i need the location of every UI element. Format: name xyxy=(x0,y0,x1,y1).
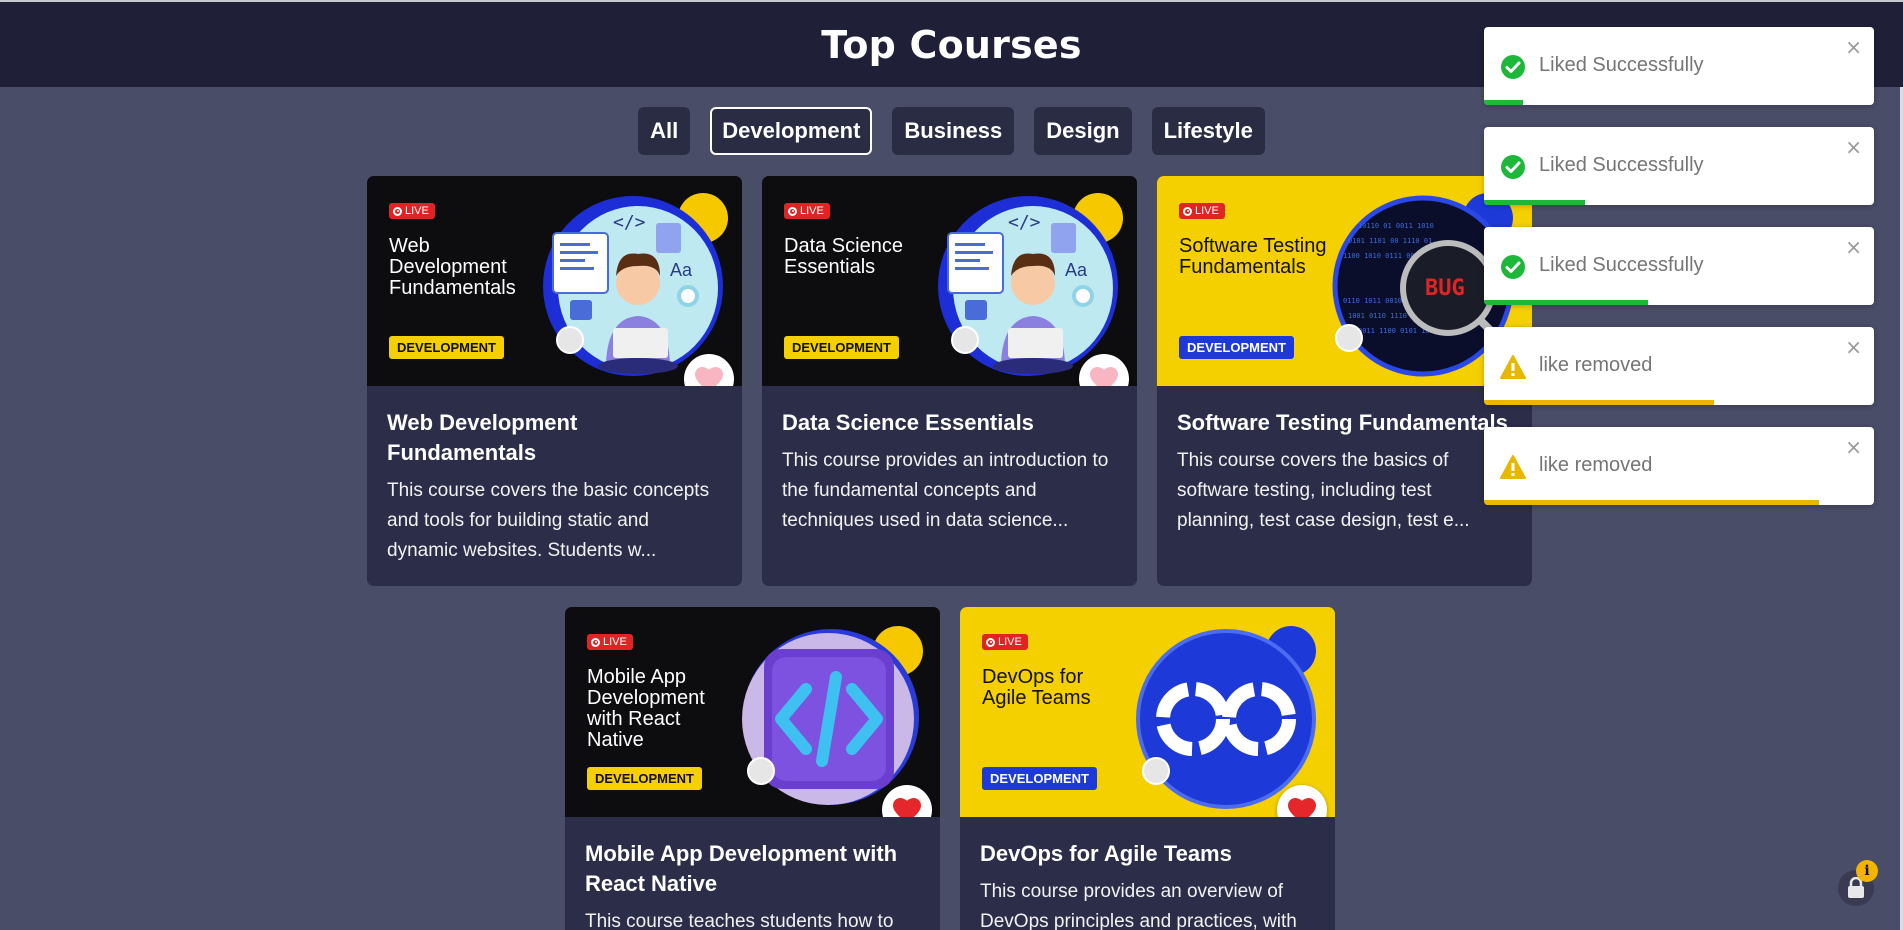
toast-message: Liked Successfully xyxy=(1539,254,1704,276)
toast-progress-bar xyxy=(1484,500,1820,505)
filter-all-button[interactable]: All xyxy=(638,107,691,155)
decor-circle xyxy=(951,326,979,354)
page-title: Top Courses xyxy=(821,22,1082,67)
toast-notification[interactable]: Liked Successfully × xyxy=(1484,127,1874,205)
live-broadcast-icon xyxy=(986,637,995,647)
live-badge: LIVE xyxy=(587,634,633,650)
live-label: LIVE xyxy=(800,205,824,217)
decor-circle xyxy=(556,326,584,354)
thumbnail-title: Software Testing Fundamentals xyxy=(1179,235,1327,278)
toast-message: like removed xyxy=(1539,354,1653,376)
live-badge: LIVE xyxy=(1179,203,1225,219)
svg-text:</>: </> xyxy=(1008,212,1041,233)
course-description: This course covers the basics of softwar… xyxy=(1177,450,1470,531)
live-label: LIVE xyxy=(998,636,1022,648)
filter-design-button[interactable]: Design xyxy=(1034,107,1132,155)
course-card[interactable]: LIVE Web Development Fundamentals DEVELO… xyxy=(367,176,742,586)
toast-message: Liked Successfully xyxy=(1539,154,1704,176)
filter-business-button[interactable]: Business xyxy=(892,107,1015,155)
thumbnail-title: Mobile App Development with React Native xyxy=(587,666,705,751)
category-tag: DEVELOPMENT xyxy=(982,767,1097,790)
course-title: DevOps for Agile Teams xyxy=(980,841,1232,866)
course-thumbnail: LIVE Data Science Essentials DEVELOPMENT… xyxy=(762,176,1137,386)
live-broadcast-icon xyxy=(591,637,600,647)
course-description: This course covers the basic concepts an… xyxy=(387,480,710,561)
filter-lifestyle-button[interactable]: Lifestyle xyxy=(1151,107,1265,155)
course-description: This course teaches students how to xyxy=(585,911,894,930)
toast-notification[interactable]: Liked Successfully × xyxy=(1484,227,1874,305)
svg-text:</>: </> xyxy=(613,212,646,233)
live-broadcast-icon xyxy=(1183,206,1192,216)
course-title: Software Testing Fundamentals xyxy=(1177,410,1508,435)
category-tag: DEVELOPMENT xyxy=(784,336,899,359)
course-title: Mobile App Development with React Native xyxy=(585,841,898,896)
toast-message: Liked Successfully xyxy=(1539,54,1704,76)
live-label: LIVE xyxy=(603,636,627,648)
check-circle-icon xyxy=(1501,55,1525,79)
decor-circle xyxy=(1142,757,1170,785)
warning-icon xyxy=(1500,355,1526,379)
course-title: Web Development Fundamentals xyxy=(387,410,578,465)
course-card[interactable]: LIVE DevOps for Agile Teams DEVELOPMENT … xyxy=(960,607,1335,930)
thumbnail-title: Web Development Fundamentals xyxy=(389,235,516,299)
course-card[interactable]: LIVE Data Science Essentials DEVELOPMENT… xyxy=(762,176,1137,586)
close-icon[interactable]: × xyxy=(1845,335,1862,359)
close-icon[interactable]: × xyxy=(1845,135,1862,159)
svg-text:Aa: Aa xyxy=(670,260,693,280)
course-card[interactable]: LIVE Software Testing Fundamentals DEVEL… xyxy=(1157,176,1532,586)
course-title: Data Science Essentials xyxy=(782,410,1034,435)
category-tag: DEVELOPMENT xyxy=(1179,336,1294,359)
course-thumbnail: LIVE Web Development Fundamentals DEVELO… xyxy=(367,176,742,386)
thumbnail-title: DevOps for Agile Teams xyxy=(982,666,1091,709)
thumbnail-title: Data Science Essentials xyxy=(784,235,903,278)
close-icon[interactable]: × xyxy=(1845,35,1862,59)
toast-message: like removed xyxy=(1539,454,1653,476)
live-badge: LIVE xyxy=(389,203,435,219)
course-card[interactable]: LIVE Mobile App Development with React N… xyxy=(565,607,940,930)
toast-notification[interactable]: like removed × xyxy=(1484,327,1874,405)
svg-text:10110 01 0011 1010: 10110 01 0011 1010 xyxy=(1358,222,1434,230)
heart-icon xyxy=(1090,367,1118,386)
live-broadcast-icon xyxy=(393,206,402,216)
toast-progress-bar xyxy=(1484,200,1586,205)
heart-icon xyxy=(893,798,921,817)
course-description: This course provides an overview of DevO… xyxy=(980,881,1297,930)
live-badge: LIVE xyxy=(784,203,830,219)
filter-development-button[interactable]: Development xyxy=(710,107,873,155)
heart-icon xyxy=(1288,798,1316,817)
toast-notification[interactable]: like removed × xyxy=(1484,427,1874,505)
decor-circle xyxy=(1335,324,1363,352)
toast-progress-bar xyxy=(1484,300,1648,305)
close-icon[interactable]: × xyxy=(1845,235,1862,259)
heart-icon xyxy=(695,367,723,386)
course-thumbnail: LIVE DevOps for Agile Teams DEVELOPMENT xyxy=(960,607,1335,817)
course-thumbnail: LIVE Mobile App Development with React N… xyxy=(565,607,940,817)
svg-text:Aa: Aa xyxy=(1065,260,1088,280)
bug-text: BUG xyxy=(1425,276,1465,301)
category-tag: DEVELOPMENT xyxy=(587,767,702,790)
live-badge: LIVE xyxy=(982,634,1028,650)
check-circle-icon xyxy=(1501,155,1525,179)
live-broadcast-icon xyxy=(788,206,797,216)
warning-icon xyxy=(1500,455,1526,479)
course-thumbnail: LIVE Software Testing Fundamentals DEVEL… xyxy=(1157,176,1532,386)
course-description: This course provides an introduction to … xyxy=(782,450,1109,531)
toast-progress-bar xyxy=(1484,400,1715,405)
close-icon[interactable]: × xyxy=(1845,435,1862,459)
toast-progress-bar xyxy=(1484,100,1523,105)
svg-text:0101 1101 00 1110 01: 0101 1101 00 1110 01 xyxy=(1348,237,1432,245)
live-label: LIVE xyxy=(1195,205,1219,217)
decor-circle xyxy=(747,757,775,785)
category-tag: DEVELOPMENT xyxy=(389,336,504,359)
toast-notification[interactable]: Liked Successfully × xyxy=(1484,27,1874,105)
check-circle-icon xyxy=(1501,255,1525,279)
live-label: LIVE xyxy=(405,205,429,217)
info-icon[interactable]: i xyxy=(1856,860,1878,882)
